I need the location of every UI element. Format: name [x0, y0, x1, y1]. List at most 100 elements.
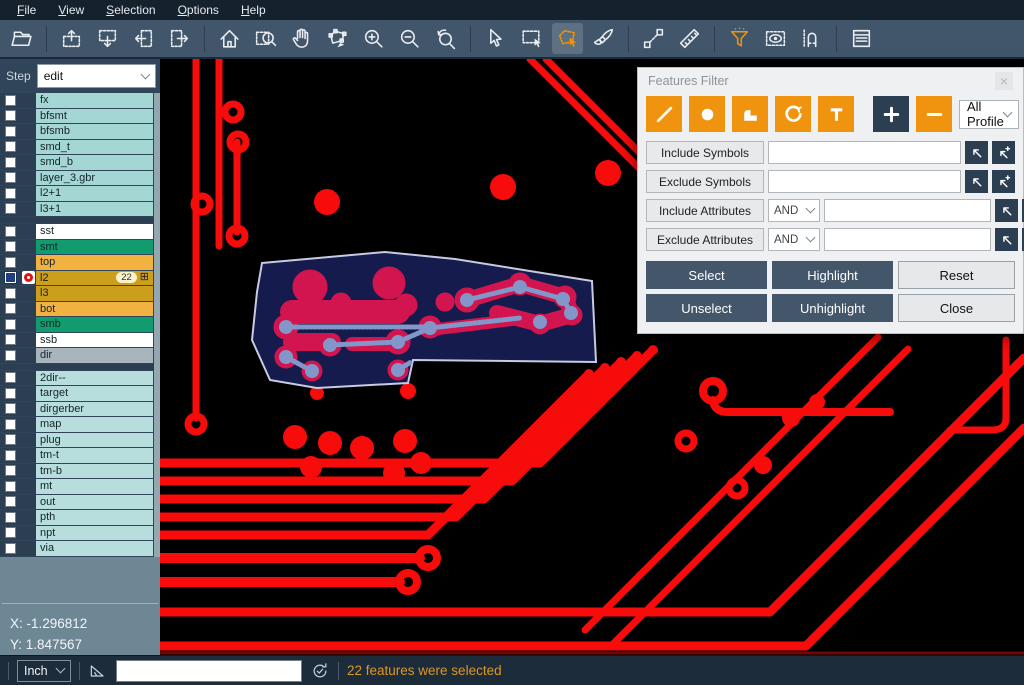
layer-label[interactable]: via ⊞ [36, 541, 153, 556]
profile-select[interactable]: All Profile [959, 100, 1019, 129]
home-view-icon[interactable] [214, 23, 245, 54]
layer-row[interactable]: tm-t ⊞ [0, 448, 160, 464]
layer-visibility-checkbox[interactable] [5, 203, 16, 214]
layer-row[interactable]: smd_b ⊞ [0, 155, 160, 171]
layer-row[interactable]: map ⊞ [0, 417, 160, 433]
layer-label[interactable]: l2+1 ⊞ [36, 186, 153, 201]
layer-visibility-checkbox[interactable] [5, 303, 16, 314]
highlight-button[interactable]: Highlight [772, 261, 893, 289]
include-attributes-operator-select[interactable]: AND [768, 199, 820, 222]
line-tool-button[interactable] [646, 96, 682, 132]
polarity-negative-button[interactable] [916, 96, 952, 132]
layer-list-scrollbar[interactable] [154, 93, 160, 557]
layer-row[interactable]: l3 ⊞ [0, 286, 160, 302]
layer-label[interactable]: smb ⊞ [36, 317, 153, 332]
pan-right-icon[interactable] [164, 23, 195, 54]
layer-visibility-checkbox[interactable] [5, 188, 16, 199]
reset-button[interactable]: Reset [898, 261, 1015, 289]
include-attributes-button[interactable]: Include Attributes [646, 199, 764, 222]
layer-label[interactable]: mt ⊞ [36, 479, 153, 494]
layer-label[interactable]: map ⊞ [36, 417, 153, 432]
open-file-icon[interactable] [6, 23, 37, 54]
layer-label[interactable]: bfsmb ⊞ [36, 124, 153, 139]
layer-visibility-checkbox[interactable] [5, 450, 16, 461]
layer-visibility-checkbox[interactable] [5, 95, 16, 106]
pick-attribute-icon[interactable] [995, 228, 1018, 251]
polygon-select-icon[interactable] [552, 23, 583, 54]
layer-visibility-checkbox[interactable] [5, 172, 16, 183]
layer-label[interactable]: fx ⊞ [36, 93, 153, 108]
units-select[interactable]: Inch [17, 660, 71, 682]
layer-row[interactable]: via ⊞ [0, 541, 160, 557]
pick-attribute-icon[interactable] [995, 199, 1018, 222]
layer-row[interactable]: target ⊞ [0, 386, 160, 402]
menu-options[interactable]: Options [167, 1, 230, 19]
text-tool-button[interactable] [818, 96, 854, 132]
rectangle-select-icon[interactable] [516, 23, 547, 54]
pan-hand-icon[interactable] [286, 23, 317, 54]
layer-row[interactable]: bot ⊞ [0, 302, 160, 318]
include-symbols-input[interactable] [768, 141, 961, 164]
layer-visibility-checkbox[interactable] [5, 496, 16, 507]
pan-up-icon[interactable] [56, 23, 87, 54]
layer-label[interactable]: top ⊞ [36, 255, 153, 270]
layer-visibility-checkbox[interactable] [5, 372, 16, 383]
layer-visibility-checkbox[interactable] [5, 403, 16, 414]
exclude-attributes-input[interactable] [824, 228, 991, 251]
view-options-icon[interactable] [760, 23, 791, 54]
layer-label[interactable]: layer_3.gbr ⊞ [36, 171, 153, 186]
layer-row[interactable]: plug ⊞ [0, 433, 160, 449]
layer-visibility-checkbox[interactable] [5, 126, 16, 137]
layer-label[interactable]: 2dir-- ⊞ [36, 371, 153, 386]
exclude-symbols-button[interactable]: Exclude Symbols [646, 170, 764, 193]
layer-visibility-checkbox[interactable] [5, 288, 16, 299]
layer-row[interactable]: pth ⊞ [0, 510, 160, 526]
layer-visibility-checkbox[interactable] [5, 334, 16, 345]
menu-selection[interactable]: Selection [95, 1, 166, 19]
sync-icon[interactable] [310, 661, 330, 681]
layer-row[interactable]: mt ⊞ [0, 479, 160, 495]
select-button[interactable]: Select [646, 261, 767, 289]
layer-row[interactable]: dirgerber ⊞ [0, 402, 160, 418]
layer-label[interactable]: l3+1 ⊞ [36, 202, 153, 217]
menu-help[interactable]: Help [230, 1, 277, 19]
exclude-attributes-button[interactable]: Exclude Attributes [646, 228, 764, 251]
exclude-attributes-operator-select[interactable]: AND [768, 228, 820, 251]
layer-row[interactable]: layer_3.gbr ⊞ [0, 171, 160, 187]
pan-left-icon[interactable] [128, 23, 159, 54]
layer-visibility-checkbox[interactable] [5, 241, 16, 252]
select-cursor-icon[interactable] [480, 23, 511, 54]
menu-view[interactable]: View [47, 1, 95, 19]
layer-visibility-checkbox[interactable] [5, 434, 16, 445]
layer-visibility-checkbox[interactable] [5, 388, 16, 399]
layer-visibility-checkbox[interactable] [5, 419, 16, 430]
report-panel-icon[interactable] [846, 23, 877, 54]
layer-label[interactable]: tm-t ⊞ [36, 448, 153, 463]
layer-visibility-checkbox[interactable] [5, 527, 16, 538]
zoom-previous-icon[interactable] [430, 23, 461, 54]
layer-visibility-checkbox[interactable] [5, 257, 16, 268]
exclude-symbols-input[interactable] [768, 170, 961, 193]
unhighlight-button[interactable]: Unhighlight [772, 294, 893, 322]
layer-visibility-checkbox[interactable] [5, 141, 16, 152]
layer-label[interactable]: out ⊞ [36, 495, 153, 510]
layer-visibility-checkbox[interactable] [5, 512, 16, 523]
pad-tool-button[interactable] [689, 96, 725, 132]
layer-row[interactable]: smt ⊞ [0, 240, 160, 256]
layer-row[interactable]: sst ⊞ [0, 224, 160, 240]
layer-row[interactable]: bfsmt ⊞ [0, 109, 160, 125]
layer-label[interactable]: smd_b ⊞ [36, 155, 153, 170]
layer-visibility-checkbox[interactable] [5, 226, 16, 237]
layer-visibility-checkbox[interactable] [5, 543, 16, 554]
layer-row[interactable]: smd_t ⊞ [0, 140, 160, 156]
layer-visibility-checkbox[interactable] [5, 350, 16, 361]
measure-distance-icon[interactable] [638, 23, 669, 54]
pick-symbol-icon[interactable] [965, 170, 988, 193]
layer-label[interactable]: plug ⊞ [36, 433, 153, 448]
include-symbols-button[interactable]: Include Symbols [646, 141, 764, 164]
layer-label[interactable]: smt ⊞ [36, 240, 153, 255]
layer-row[interactable]: 2dir-- ⊞ [0, 371, 160, 387]
arc-tool-button[interactable] [775, 96, 811, 132]
layer-label[interactable]: bfsmt ⊞ [36, 109, 153, 124]
menu-file[interactable]: File [6, 1, 47, 19]
